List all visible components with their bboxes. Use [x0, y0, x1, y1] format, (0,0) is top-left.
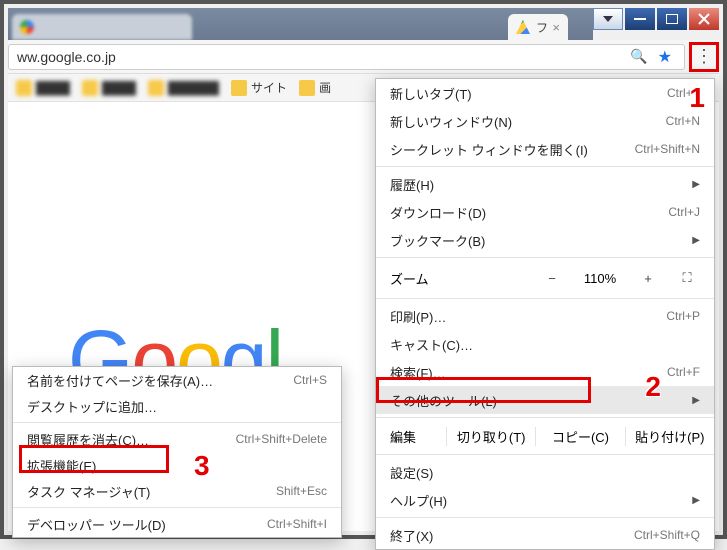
- submenu-save-as[interactable]: 名前を付けてページを保存(A)…Ctrl+S: [13, 367, 341, 393]
- url-text: ww.google.co.jp: [17, 49, 116, 65]
- menu-exit[interactable]: 終了(X)Ctrl+Shift+Q: [376, 521, 714, 549]
- menu-settings[interactable]: 設定(S): [376, 458, 714, 486]
- more-tools-submenu: 名前を付けてページを保存(A)…Ctrl+S デスクトップに追加… 閲覧履歴を消…: [12, 366, 342, 538]
- chevron-right-icon: ▶: [692, 235, 700, 246]
- bookmark-item[interactable]: ██████: [148, 80, 219, 96]
- annotation-3: 3: [194, 450, 210, 482]
- favicon-google: [20, 20, 34, 34]
- menu-find[interactable]: 検索(F)…Ctrl+F: [376, 358, 714, 386]
- chrome-menu-button[interactable]: ⋮: [689, 42, 719, 72]
- folder-icon: [82, 80, 98, 96]
- minimize-button[interactable]: [625, 8, 655, 30]
- bookmark-star-icon[interactable]: ★: [658, 47, 672, 67]
- submenu-dev-tools[interactable]: デベロッパー ツール(D)Ctrl+Shift+I: [13, 511, 341, 537]
- zoom-out-button[interactable]: −: [540, 271, 564, 286]
- copy-button[interactable]: コピー(C): [535, 427, 624, 446]
- menu-print[interactable]: 印刷(P)…Ctrl+P: [376, 302, 714, 330]
- paste-button[interactable]: 貼り付け(P): [625, 427, 714, 446]
- tab-label: フ: [536, 19, 548, 36]
- menu-help[interactable]: ヘルプ(H)▶: [376, 486, 714, 514]
- menu-zoom-row: ズーム − 110% + ⛶: [376, 261, 714, 295]
- annotation-1: 1: [689, 82, 705, 114]
- folder-icon: [148, 80, 164, 96]
- zoom-percent: 110%: [580, 271, 620, 286]
- bookmark-label: サイト: [251, 79, 287, 96]
- submenu-clear-history[interactable]: 閲覧履歴を消去(C)…Ctrl+Shift+Delete: [13, 426, 341, 452]
- window-close-button[interactable]: [689, 8, 719, 30]
- maximize-button[interactable]: [657, 8, 687, 30]
- annotation-2: 2: [645, 371, 661, 403]
- bookmark-item-site[interactable]: サイト: [231, 79, 287, 96]
- menu-cast[interactable]: キャスト(C)…: [376, 330, 714, 358]
- zoom-in-button[interactable]: +: [636, 271, 660, 286]
- kebab-icon: ⋮: [695, 46, 713, 67]
- chevron-right-icon: ▶: [692, 395, 700, 406]
- fullscreen-icon[interactable]: ⛶: [676, 270, 700, 286]
- tab-2[interactable]: フ ×: [508, 14, 568, 40]
- folder-icon: [299, 80, 315, 96]
- window-controls: [591, 8, 719, 30]
- edit-label: 編集: [376, 427, 446, 446]
- submenu-task-manager[interactable]: タスク マネージャ(T)Shift+Esc: [13, 478, 341, 504]
- bookmark-item-img[interactable]: 画: [299, 79, 331, 96]
- zoom-page-icon[interactable]: 🔍: [630, 48, 647, 65]
- favicon-drive: [516, 20, 530, 34]
- submenu-add-desktop[interactable]: デスクトップに追加…: [13, 393, 341, 419]
- menu-bookmarks[interactable]: ブックマーク(B)▶: [376, 226, 714, 254]
- menu-history[interactable]: 履歴(H)▶: [376, 170, 714, 198]
- cut-button[interactable]: 切り取り(T): [446, 427, 535, 446]
- folder-icon: [16, 80, 32, 96]
- toolbar: ww.google.co.jp 🔍 ★ ⋮: [8, 40, 719, 74]
- bookmark-label: 画: [319, 79, 331, 96]
- menu-edit-row: 編集 切り取り(T) コピー(C) 貼り付け(P): [376, 421, 714, 451]
- bookmark-item[interactable]: ████: [16, 80, 70, 96]
- menu-more-tools[interactable]: その他のツール(L)▶: [376, 386, 714, 414]
- menu-downloads[interactable]: ダウンロード(D)Ctrl+J: [376, 198, 714, 226]
- tab-1[interactable]: [12, 14, 192, 40]
- zoom-label: ズーム: [390, 269, 524, 288]
- menu-incognito[interactable]: シークレット ウィンドウを開く(I)Ctrl+Shift+N: [376, 135, 714, 163]
- submenu-extensions[interactable]: 拡張機能(E): [13, 452, 341, 478]
- chevron-right-icon: ▶: [692, 179, 700, 190]
- bookmark-item[interactable]: ████: [82, 80, 136, 96]
- menu-new-window[interactable]: 新しいウィンドウ(N)Ctrl+N: [376, 107, 714, 135]
- address-bar[interactable]: ww.google.co.jp 🔍 ★: [8, 44, 685, 70]
- folder-icon: [231, 80, 247, 96]
- close-icon[interactable]: ×: [552, 20, 560, 35]
- chrome-menu: 新しいタブ(T)Ctrl+T 新しいウィンドウ(N)Ctrl+N シークレット …: [375, 78, 715, 550]
- tab-strip: フ ×: [8, 8, 593, 40]
- chevron-right-icon: ▶: [692, 495, 700, 506]
- chrome-dropdown-button[interactable]: [593, 8, 623, 30]
- menu-new-tab[interactable]: 新しいタブ(T)Ctrl+T: [376, 79, 714, 107]
